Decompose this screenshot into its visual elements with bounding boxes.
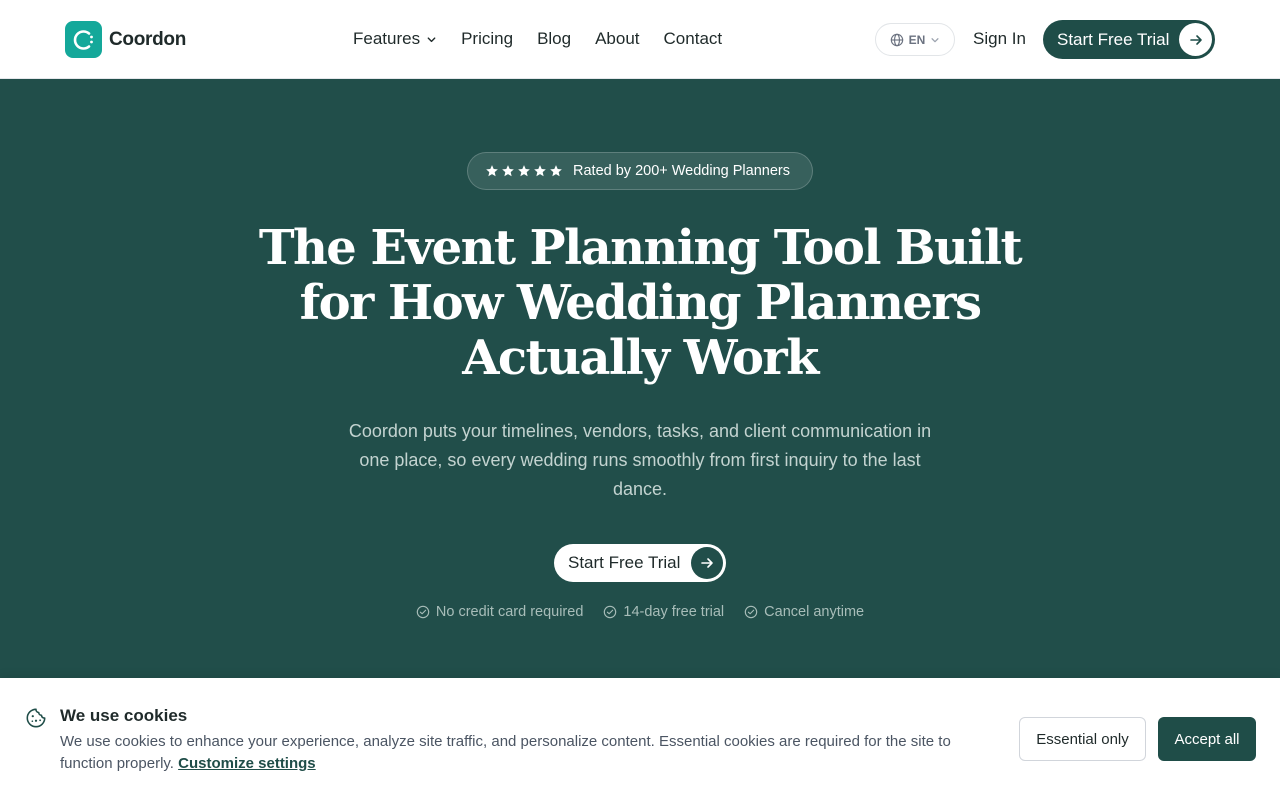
nav-contact[interactable]: Contact [664, 29, 723, 49]
arrow-right-icon [1179, 23, 1212, 56]
customize-settings-link[interactable]: Customize settings [178, 755, 316, 772]
chevron-down-icon [427, 36, 436, 42]
check-circle-icon [744, 605, 758, 619]
star-icon [486, 165, 498, 177]
main-nav: Features Pricing Blog About Contact [353, 29, 722, 49]
hero-cta-label: Start Free Trial [568, 553, 681, 572]
nav-features[interactable]: Features [353, 29, 437, 49]
logo-text: Coordon [109, 28, 187, 50]
arrow-right-icon [691, 547, 723, 579]
rating-badge: Rated by 200+ Wedding Planners [467, 152, 813, 190]
globe-icon [890, 33, 903, 46]
perk-item: 14-day free trial [603, 604, 724, 620]
star-icon [550, 165, 562, 177]
check-circle-icon [416, 605, 430, 619]
chevron-down-icon [931, 37, 939, 42]
cookie-title: We use cookies [60, 706, 188, 725]
nav-blog[interactable]: Blog [537, 29, 571, 49]
logo-icon [65, 21, 102, 58]
cookie-banner: We use cookies We use cookies to enhance… [0, 678, 1280, 800]
language-label: EN [908, 32, 926, 47]
hero-start-trial-button[interactable]: Start Free Trial [554, 544, 726, 582]
sign-in-link[interactable]: Sign In [973, 29, 1026, 49]
cookie-message: We use cookies to enhance your experienc… [60, 731, 980, 775]
header-start-trial-button[interactable]: Start Free Trial [1043, 20, 1215, 59]
hero-subheadline: Coordon puts your timelines, vendors, ta… [348, 421, 932, 499]
perk-item: Cancel anytime [744, 604, 864, 620]
language-selector[interactable]: EN [875, 23, 955, 56]
perks-list: No credit card required 14-day free tria… [0, 604, 1280, 620]
essential-only-button[interactable]: Essential only [1019, 717, 1146, 761]
rating-stars [485, 164, 563, 178]
check-circle-icon [604, 605, 617, 619]
header-cta-label: Start Free Trial [1057, 29, 1170, 49]
accept-all-button[interactable]: Accept all [1158, 717, 1256, 761]
star-icon [534, 165, 546, 177]
hero-headline: The Event Planning Tool Built for How We… [258, 220, 1023, 386]
nav-pricing[interactable]: Pricing [461, 29, 513, 49]
rating-text: Rated by 200+ Wedding Planners [573, 163, 790, 179]
site-header: Coordon Features Pricing Blog About Cont… [0, 0, 1280, 79]
perk-label: 14-day free trial [623, 604, 725, 620]
cookie-icon [25, 707, 47, 734]
logo[interactable]: Coordon [65, 21, 186, 58]
perk-label: No credit card required [435, 604, 584, 620]
star-icon [518, 165, 530, 177]
star-icon [502, 165, 514, 177]
perk-item: No credit card required [416, 604, 584, 620]
nav-about[interactable]: About [595, 29, 639, 49]
nav-features-label: Features [353, 29, 421, 48]
perk-label: Cancel anytime [764, 604, 865, 620]
